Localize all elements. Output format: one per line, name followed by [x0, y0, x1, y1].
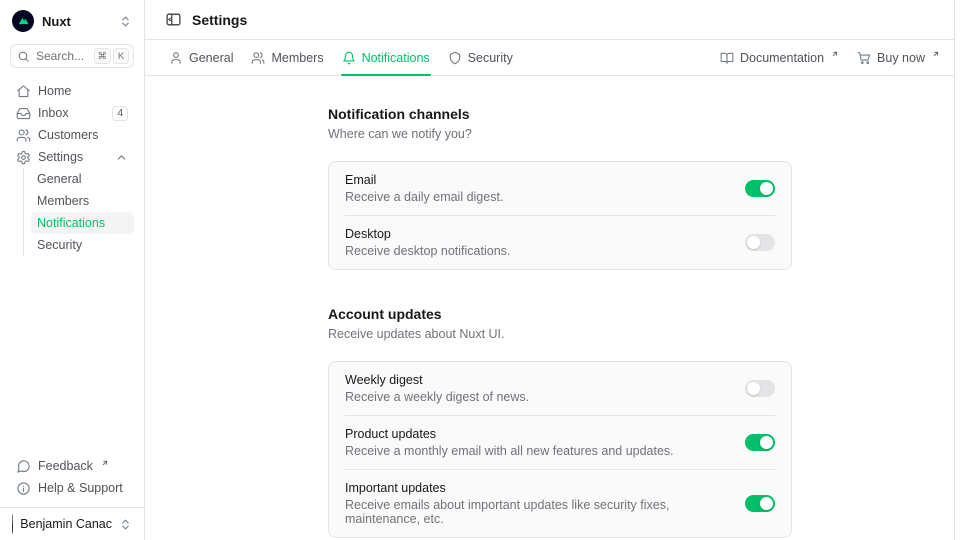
kbd-k: K — [113, 48, 129, 64]
external-link-icon — [831, 50, 839, 58]
settings-card: Weekly digest Receive a weekly digest of… — [328, 361, 792, 538]
email-toggle[interactable] — [745, 180, 775, 197]
workspace-switcher[interactable]: Nuxt — [10, 9, 134, 33]
search-placeholder: Search... — [36, 49, 84, 63]
user-name: Benjamin Canac — [20, 517, 112, 531]
section-title: Account updates — [328, 306, 792, 322]
inbox-icon — [16, 106, 31, 121]
desktop-toggle[interactable] — [745, 234, 775, 251]
settings-card: Email Receive a daily email digest. Desk… — [328, 161, 792, 270]
shopping-cart-icon — [857, 51, 871, 65]
search-input[interactable]: Search... ⌘ K — [10, 44, 134, 68]
tab-general[interactable]: General — [168, 40, 234, 75]
main-panel: Settings General Members Notifications S… — [145, 0, 960, 540]
help-support-link[interactable]: Help & Support — [10, 477, 134, 499]
sidebar-item-settings-notifications[interactable]: Notifications — [31, 212, 134, 234]
chevron-up-icon — [115, 151, 128, 164]
collapse-sidebar-button[interactable] — [165, 11, 182, 28]
tab-security[interactable]: Security — [447, 40, 514, 75]
page-title: Settings — [192, 12, 247, 28]
tab-notifications[interactable]: Notifications — [341, 40, 431, 75]
users-icon — [16, 128, 31, 143]
setting-row-email: Email Receive a daily email digest. — [345, 162, 775, 215]
sidebar-footer: Feedback Help & Support — [0, 455, 144, 507]
sidebar-item-settings-members[interactable]: Members — [31, 190, 134, 212]
setting-row-important-updates: Important updates Receive emails about i… — [345, 469, 775, 537]
sidebar-item-home[interactable]: Home — [10, 80, 134, 102]
bell-icon — [342, 51, 356, 65]
nuxt-logo-icon — [12, 10, 34, 32]
avatar — [12, 514, 13, 534]
page-header: Settings — [145, 0, 960, 40]
setting-row-desktop: Desktop Receive desktop notifications. — [345, 215, 775, 269]
tab-members[interactable]: Members — [250, 40, 324, 75]
speech-bubble-icon — [16, 459, 31, 474]
scrollbar-track[interactable] — [954, 0, 960, 540]
gear-icon — [16, 150, 31, 165]
sidebar-item-customers[interactable]: Customers — [10, 124, 134, 146]
inbox-count-badge: 4 — [112, 106, 128, 121]
account-updates-section: Account updates Receive updates about Nu… — [328, 306, 792, 538]
product-updates-toggle[interactable] — [745, 434, 775, 451]
notification-channels-section: Notification channels Where can we notif… — [328, 106, 792, 270]
sidebar-item-settings-security[interactable]: Security — [31, 234, 134, 256]
book-open-icon — [720, 51, 734, 65]
user-menu[interactable]: Benjamin Canac — [0, 507, 144, 540]
search-icon — [17, 50, 30, 63]
section-subtitle: Where can we notify you? — [328, 127, 792, 141]
sidebar-item-settings[interactable]: Settings — [10, 146, 134, 168]
info-circle-icon — [16, 481, 31, 496]
buy-now-button[interactable]: Buy now — [857, 50, 940, 65]
external-link-icon — [932, 50, 940, 58]
toolbar: Documentation Buy now — [720, 40, 940, 75]
feedback-link[interactable]: Feedback — [10, 455, 134, 477]
documentation-link[interactable]: Documentation — [720, 50, 839, 65]
external-link-icon — [101, 459, 109, 467]
sidebar-item-settings-general[interactable]: General — [31, 168, 134, 190]
setting-row-product-updates: Product updates Receive a monthly email … — [345, 415, 775, 469]
settings-subnav: General Members Notifications Security — [23, 168, 134, 256]
kbd-cmd: ⌘ — [94, 48, 112, 64]
user-icon — [169, 51, 183, 65]
section-subtitle: Receive updates about Nuxt UI. — [328, 327, 792, 341]
users-icon — [251, 51, 265, 65]
setting-row-weekly-digest: Weekly digest Receive a weekly digest of… — [345, 362, 775, 415]
important-updates-toggle[interactable] — [745, 495, 775, 512]
weekly-digest-toggle[interactable] — [745, 380, 775, 397]
sidebar-item-inbox[interactable]: Inbox 4 — [10, 102, 134, 124]
panel-left-close-icon — [165, 11, 182, 28]
section-title: Notification channels — [328, 106, 792, 122]
brand-name: Nuxt — [42, 14, 71, 29]
sidebar-nav: Home Inbox 4 Customers Settings General … — [0, 68, 144, 256]
search-shortcut: ⌘ K — [94, 48, 130, 64]
chevrons-up-down-icon — [119, 518, 132, 531]
sidebar: Nuxt Search... ⌘ K Home Inbox 4 Customer… — [0, 0, 145, 540]
shield-icon — [448, 51, 462, 65]
chevrons-up-down-icon — [119, 15, 132, 28]
settings-tab-bar: General Members Notifications Security D… — [145, 40, 960, 76]
home-icon — [16, 84, 31, 99]
notifications-settings-content: Notification channels Where can we notif… — [145, 76, 960, 540]
